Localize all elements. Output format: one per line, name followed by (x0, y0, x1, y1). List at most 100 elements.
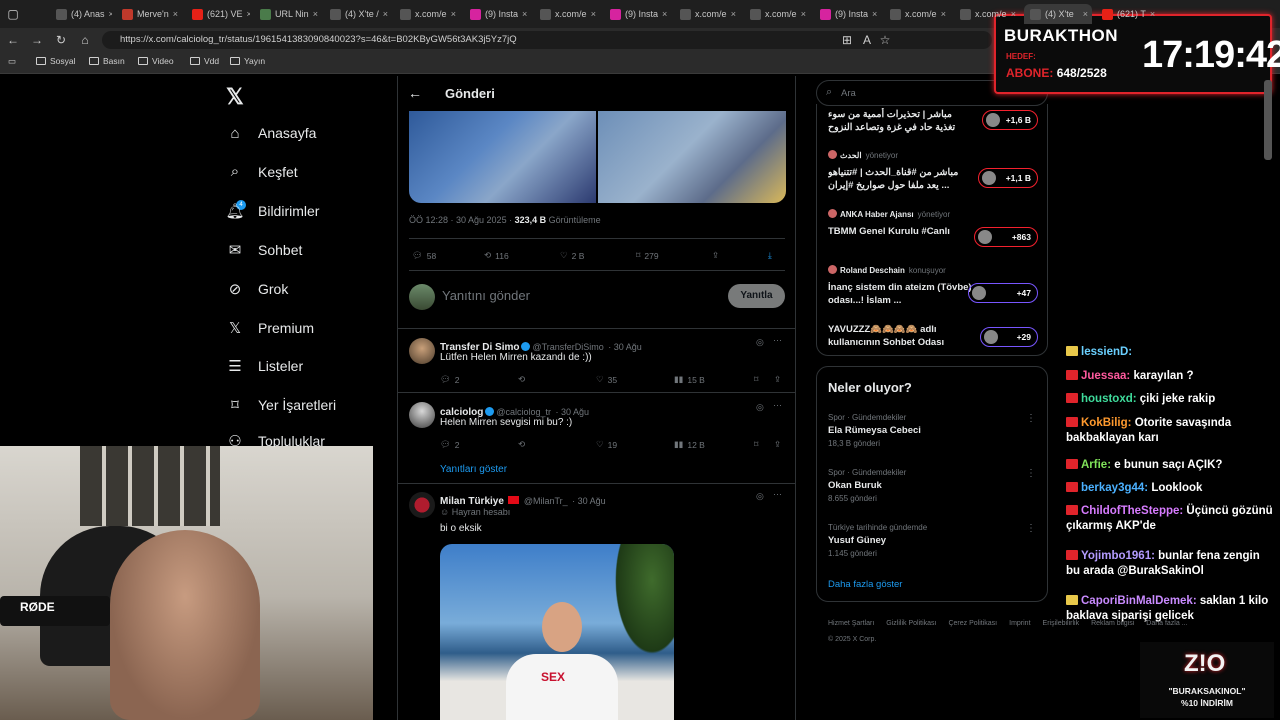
read-aloud-icon[interactable]: ⊞ (838, 31, 856, 49)
views-action[interactable]: ▮▮ 15 B (674, 374, 705, 385)
space-listeners-pill[interactable]: +1,1 B (978, 168, 1038, 188)
nav-item-x-premium[interactable]: 𝕏 Premium (226, 319, 314, 337)
reader-icon[interactable]: A (858, 31, 876, 49)
home-icon[interactable]: ⌂ (76, 31, 94, 49)
more-options-icon[interactable]: ··· (773, 335, 782, 345)
share-icon[interactable]: ⇪ (774, 439, 781, 450)
scrollbar[interactable] (1264, 80, 1272, 160)
chat-username[interactable]: Yojimbo1961: (1081, 550, 1155, 562)
sidebar-toggle-icon[interactable]: ▭ (8, 56, 16, 67)
favorite-star-icon[interactable]: ☆ (876, 31, 894, 49)
footer-link[interactable]: Hizmet Şartları (828, 620, 874, 627)
grok-icon[interactable]: ◎ (756, 491, 764, 502)
space-listeners-pill[interactable]: +47 (968, 283, 1038, 303)
footer-link[interactable]: Imprint (1009, 620, 1030, 627)
trend-name[interactable]: Okan Buruk (828, 479, 882, 492)
tab-close-icon[interactable]: × (109, 9, 112, 19)
space-title[interactable]: TBMM Genel Kurulu #Canlı (828, 225, 972, 238)
forward-icon[interactable]: → (28, 31, 46, 49)
share-icon[interactable]: ⇪ (712, 250, 719, 261)
back-icon[interactable]: ← (4, 31, 22, 49)
bookmark-icon[interactable]: ⌑ (754, 439, 758, 450)
reply-handle[interactable]: @MilanTr_ (524, 496, 568, 506)
nav-item-grok[interactable]: ⊘ Grok (226, 280, 289, 298)
space-title[interactable]: YAVUZZZ🙈🙈🙈🙈 adlı kullanıcının Sohbet Oda… (828, 323, 972, 349)
reply-avatar[interactable] (409, 492, 435, 518)
show-replies-link[interactable]: Yanıtları göster (440, 464, 507, 475)
footer-link[interactable]: Çerez Politikası (948, 620, 997, 627)
reply-media-image[interactable]: SEX (440, 544, 674, 720)
like-action[interactable]: ♡ 35 (596, 374, 617, 385)
reply-action[interactable]: 💬︎ 2 (440, 374, 460, 385)
nav-item-bookmark[interactable]: ⌑ Yer İşaretleri (226, 396, 336, 414)
browser-tab[interactable]: (4) Anas × (50, 4, 112, 24)
space-listeners-pill[interactable]: +1,6 B (982, 110, 1038, 130)
reply-handle[interactable]: @TransferDiSimo (532, 342, 603, 352)
grok-icon[interactable]: ◎ (756, 337, 764, 348)
chat-username[interactable]: CaporiBinMalDemek: (1081, 595, 1197, 607)
tab-close-icon[interactable]: × (313, 9, 318, 19)
browser-tab[interactable]: (621) VE × (186, 4, 250, 24)
like-action[interactable]: ♡ 2 B (560, 250, 584, 261)
browser-tab[interactable]: (9) Insta × (464, 4, 530, 24)
bookmark-folder[interactable]: Basın (89, 56, 125, 66)
space-title[interactable]: مباشر | تحذيرات أممية من سوء تغذية حاد ف… (828, 108, 972, 134)
x-logo-icon[interactable]: 𝕏 (226, 84, 244, 110)
tab-close-icon[interactable]: × (522, 9, 527, 19)
browser-tab[interactable]: (9) Insta × (814, 4, 880, 24)
reply-input[interactable]: Yanıtını gönder (442, 288, 530, 303)
reload-icon[interactable]: ↻ (52, 31, 70, 49)
reply-author-name[interactable]: Milan Türkiye (440, 496, 504, 507)
browser-tab[interactable]: (4) X'te × (1024, 4, 1092, 24)
reply-date[interactable]: · 30 Ağu (572, 496, 606, 506)
space-host[interactable]: الحدث yönetiyor (828, 150, 898, 160)
repost-action[interactable]: ⟲ 116 (484, 250, 509, 261)
chat-username[interactable]: KokBilig: (1081, 417, 1131, 429)
chat-username[interactable]: Juessaa: (1081, 370, 1130, 382)
chat-username[interactable]: ChildofTheSteppe: (1081, 505, 1183, 517)
repost-icon[interactable]: ⟲ (518, 374, 525, 385)
tab-close-icon[interactable]: × (247, 9, 250, 19)
space-title[interactable]: مباشر من #قناة_الحدث | #تتنياهو يعد ملفا… (828, 166, 972, 192)
nav-item-search[interactable]: ⌕ Keşfet (226, 163, 298, 181)
browser-tab[interactable]: (9) Insta × (604, 4, 670, 24)
search-input[interactable]: Ara (841, 88, 856, 99)
download-icon[interactable]: ⤓ (768, 250, 772, 261)
space-title[interactable]: İnanç sistem din ateizm (Tövbe) odası...… (828, 281, 972, 307)
bookmark-folder[interactable]: Yayın (230, 56, 265, 66)
browser-tab[interactable]: Merve'n × (116, 4, 182, 24)
grok-icon[interactable]: ◎ (756, 402, 764, 413)
browser-tab[interactable]: x.com/e × (394, 4, 460, 24)
chat-username[interactable]: lessienD: (1081, 346, 1132, 358)
reply-date[interactable]: · 30 Ağu (608, 342, 642, 352)
trend-more-icon[interactable]: ⋮ (1026, 523, 1036, 534)
nav-item-mail[interactable]: ✉ Sohbet (226, 241, 303, 259)
reply-avatar[interactable] (409, 402, 435, 428)
space-listeners-pill[interactable]: +29 (980, 327, 1038, 347)
space-listeners-pill[interactable]: +863 (974, 227, 1038, 247)
tab-actions-icon[interactable]: ▢ (4, 5, 22, 23)
show-more-link[interactable]: Daha fazla göster (828, 579, 902, 590)
tab-close-icon[interactable]: × (731, 9, 736, 19)
trend-name[interactable]: Ela Rümeysa Cebeci (828, 424, 921, 437)
user-avatar[interactable] (409, 284, 435, 310)
tab-close-icon[interactable]: × (941, 9, 946, 19)
nav-item-communities[interactable]: ⚇ Topluluklar (226, 435, 325, 447)
tab-close-icon[interactable]: × (801, 9, 806, 19)
repost-icon[interactable]: ⟲ (518, 439, 525, 450)
footer-link[interactable]: Gizlilik Politikası (886, 620, 936, 627)
chat-username[interactable]: berkay3g44: (1081, 482, 1148, 494)
bookmark-folder[interactable]: Vdd (190, 56, 219, 66)
space-host[interactable]: ANKA Haber Ajansı yönetiyor (828, 209, 950, 219)
tab-close-icon[interactable]: × (662, 9, 667, 19)
browser-tab[interactable]: URL Nin × (254, 4, 320, 24)
trend-more-icon[interactable]: ⋮ (1026, 468, 1036, 479)
tab-close-icon[interactable]: × (872, 9, 877, 19)
reply-action[interactable]: 💬︎ 2 (440, 439, 460, 450)
nav-item-bell[interactable]: 🔔︎ Bildirimler (225, 202, 319, 220)
reply-action[interactable]: 💬︎ 58 (412, 250, 436, 261)
reply-button[interactable]: Yanıtla (728, 284, 785, 308)
reply-date[interactable]: · 30 Ağu (555, 407, 589, 417)
browser-tab[interactable]: x.com/e × (954, 4, 1020, 24)
tab-close-icon[interactable]: × (173, 9, 178, 19)
